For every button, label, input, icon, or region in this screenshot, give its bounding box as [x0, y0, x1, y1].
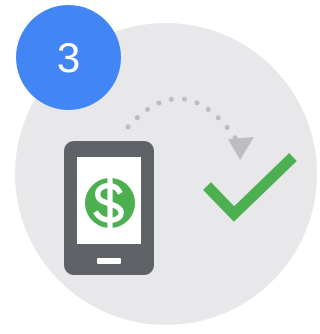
step-number: 3	[56, 33, 81, 81]
step-number-badge: 3	[16, 5, 121, 110]
